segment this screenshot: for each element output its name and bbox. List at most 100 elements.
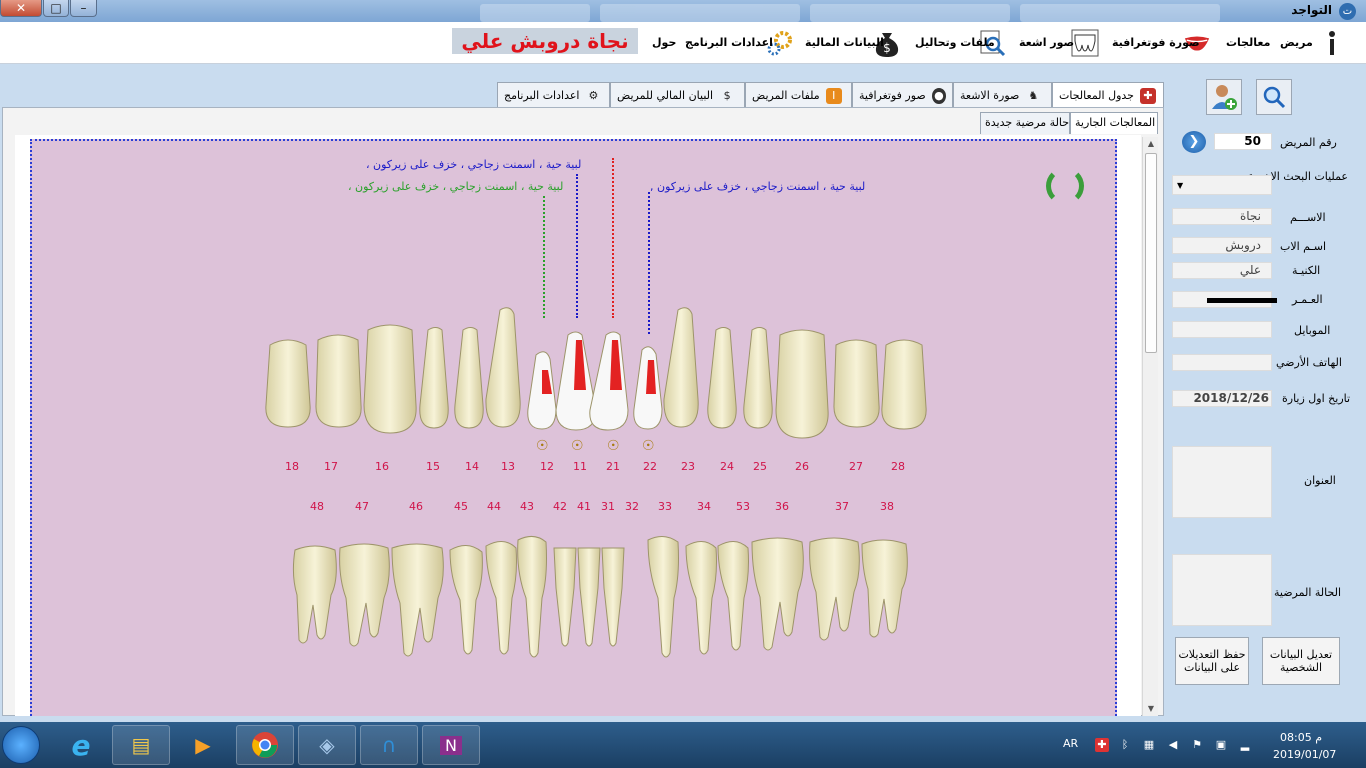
condition-field[interactable] bbox=[1172, 554, 1272, 626]
tooth-number[interactable]: 21 bbox=[599, 460, 627, 473]
name-field[interactable]: نجاة bbox=[1172, 208, 1272, 225]
scroll-thumb[interactable] bbox=[1145, 153, 1157, 353]
patient-number-field[interactable]: 50 bbox=[1214, 133, 1272, 150]
tooth-number[interactable]: 12 bbox=[533, 460, 561, 473]
usb-icon[interactable]: ▣ bbox=[1214, 738, 1228, 752]
refresh-icon[interactable] bbox=[1046, 167, 1084, 205]
close-button[interactable]: ✕ bbox=[0, 0, 42, 17]
tooth-number[interactable]: 38 bbox=[873, 500, 901, 513]
menu-patient[interactable]: مريض bbox=[1280, 36, 1313, 49]
tooth-number[interactable]: 32 bbox=[618, 500, 646, 513]
first-visit-field[interactable]: 2018/12/26 bbox=[1172, 390, 1272, 407]
condition-label: الحالة المرضية bbox=[1274, 586, 1341, 599]
tooth-number[interactable]: 25 bbox=[746, 460, 774, 473]
tooth-number[interactable]: 45 bbox=[447, 500, 475, 513]
tooth-number[interactable]: 46 bbox=[402, 500, 430, 513]
tooth-number[interactable]: 48 bbox=[303, 500, 331, 513]
minimize-button[interactable]: – bbox=[70, 0, 97, 17]
menu-files[interactable]: ملفات وتحاليل bbox=[915, 36, 995, 49]
address-field[interactable] bbox=[1172, 446, 1272, 518]
treatment-note-12: لبية حية ، اسمنت زجاجي ، خزف على زيركون … bbox=[348, 180, 564, 193]
subtabs: المعالجات الجارية حالة مرضية جديدة bbox=[980, 112, 1160, 134]
menu-photo[interactable]: صورة فوتغرافية bbox=[1112, 36, 1200, 49]
menu-xray[interactable]: صور اشعة bbox=[1019, 36, 1074, 49]
tooth-number[interactable]: 33 bbox=[651, 500, 679, 513]
search-button[interactable] bbox=[1256, 79, 1292, 115]
tooth-number[interactable]: 13 bbox=[494, 460, 522, 473]
tab-settings[interactable]: اعدادات البرنامج ⚙ bbox=[497, 82, 610, 108]
subtab-new-case[interactable]: حالة مرضية جديدة bbox=[980, 112, 1070, 134]
tooth-number[interactable]: 36 bbox=[768, 500, 796, 513]
tooth-number[interactable]: 44 bbox=[480, 500, 508, 513]
surname-field[interactable]: علي bbox=[1172, 262, 1272, 279]
person-icon: ● bbox=[931, 87, 946, 104]
file-explorer-icon[interactable]: ▤ bbox=[112, 725, 170, 765]
menu-treatments[interactable]: معالجات bbox=[1226, 36, 1270, 49]
father-name-field[interactable]: دروبش bbox=[1172, 237, 1272, 254]
signal-icon[interactable]: ▂ bbox=[1238, 738, 1252, 752]
subtab-current-treatments[interactable]: المعالجات الجارية bbox=[1070, 112, 1158, 134]
tooth-number[interactable]: 28 bbox=[884, 460, 912, 473]
patient-menu-icon[interactable] bbox=[1318, 28, 1346, 58]
tooth-number[interactable]: 43 bbox=[513, 500, 541, 513]
save-changes-button[interactable]: حفظ التعديلات على البيانات bbox=[1175, 637, 1249, 685]
tooth-number[interactable]: 11 bbox=[566, 460, 594, 473]
tooth-number[interactable]: 37 bbox=[828, 500, 856, 513]
tooth-number[interactable]: 53 bbox=[729, 500, 757, 513]
tab-financial[interactable]: البيان المالي للمريض $ bbox=[610, 82, 745, 108]
start-button[interactable] bbox=[2, 726, 40, 764]
onenote-icon[interactable]: N bbox=[422, 725, 480, 765]
tooth-number[interactable]: 26 bbox=[788, 460, 816, 473]
vertical-scrollbar[interactable]: ▲ ▼ bbox=[1142, 137, 1158, 716]
surname-label: الكنيـة bbox=[1292, 264, 1321, 277]
tooth-number[interactable]: 18 bbox=[278, 460, 306, 473]
tooth-number[interactable]: 24 bbox=[713, 460, 741, 473]
edit-personal-data-button[interactable]: تعديل البيانات الشخصية bbox=[1262, 637, 1340, 685]
add-patient-button[interactable] bbox=[1206, 79, 1242, 115]
chrome-icon[interactable] bbox=[236, 725, 294, 765]
menu-finance[interactable]: البيانات المالية bbox=[805, 36, 884, 49]
tooth-number[interactable]: 16 bbox=[368, 460, 396, 473]
tooth-number[interactable]: 17 bbox=[317, 460, 345, 473]
menu-settings[interactable]: اعدادات البرنامج bbox=[685, 36, 773, 49]
tab-xray[interactable]: صورة الاشعة ♞ bbox=[953, 82, 1052, 108]
clock-time[interactable]: 08:05 م bbox=[1280, 731, 1322, 744]
internet-explorer-icon[interactable]: e bbox=[52, 725, 110, 765]
language-indicator[interactable]: AR bbox=[1063, 737, 1078, 750]
virtualbox-icon[interactable]: ◈ bbox=[298, 725, 356, 765]
tooth-number[interactable]: 15 bbox=[419, 460, 447, 473]
clock-date[interactable]: 2019/01/07 bbox=[1273, 748, 1336, 761]
tooth-number[interactable]: 34 bbox=[690, 500, 718, 513]
tooth-number[interactable]: 23 bbox=[674, 460, 702, 473]
chevron-down-icon: ▼ bbox=[1177, 181, 1184, 190]
volume-icon[interactable]: ◀ bbox=[1166, 738, 1180, 752]
landline-field[interactable] bbox=[1172, 354, 1272, 371]
tooth-number[interactable]: 14 bbox=[458, 460, 486, 473]
main-tabs: جدول المعالجات ✚ صورة الاشعة ♞ صور فوتغر… bbox=[0, 82, 1166, 108]
next-arrow-icon[interactable]: ❯ bbox=[1182, 131, 1206, 153]
tooth-number[interactable]: 27 bbox=[842, 460, 870, 473]
media-player-icon[interactable]: ▶ bbox=[174, 725, 232, 765]
tab-label: اعدادات البرنامج bbox=[504, 88, 580, 102]
scroll-down-arrow[interactable]: ▼ bbox=[1143, 702, 1159, 716]
mobile-field[interactable] bbox=[1172, 321, 1272, 338]
tooth-number[interactable]: 47 bbox=[348, 500, 376, 513]
teeth-illustration bbox=[265, 307, 927, 658]
tab-label: صورة الاشعة bbox=[960, 88, 1020, 102]
scroll-up-arrow[interactable]: ▲ bbox=[1143, 137, 1159, 151]
tooth-number[interactable]: 22 bbox=[636, 460, 664, 473]
maximize-button[interactable]: □ bbox=[43, 0, 69, 17]
network-icon[interactable]: ▦ bbox=[1142, 738, 1156, 752]
age-field[interactable] bbox=[1172, 291, 1277, 308]
menu-about[interactable]: حول bbox=[652, 36, 676, 49]
implant-marker-icon: ☉ bbox=[571, 438, 584, 454]
tab-patient-files[interactable]: ملفات المريض I bbox=[745, 82, 852, 108]
recent-searches-dropdown[interactable]: ▼ bbox=[1172, 175, 1272, 195]
flag-icon[interactable]: ⚑ bbox=[1190, 738, 1204, 752]
bluetooth-icon[interactable]: ᛒ bbox=[1118, 738, 1132, 752]
tab-treatments-table[interactable]: جدول المعالجات ✚ bbox=[1052, 82, 1164, 108]
dental-app-icon[interactable]: ∩ bbox=[360, 725, 418, 765]
tray-icon[interactable]: ✚ bbox=[1095, 738, 1109, 752]
tab-photos[interactable]: صور فوتغرافية ● bbox=[852, 82, 953, 108]
tab-label: جدول المعالجات bbox=[1059, 88, 1134, 102]
